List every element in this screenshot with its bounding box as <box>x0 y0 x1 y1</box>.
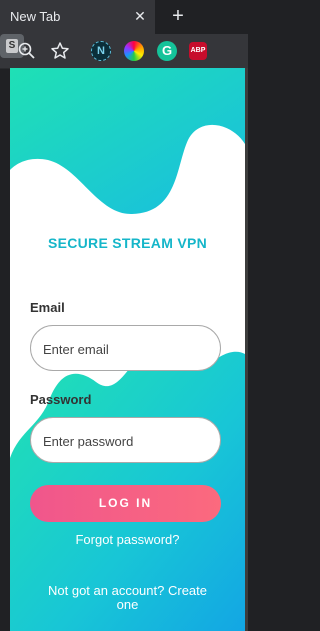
password-label: Password <box>30 392 92 407</box>
login-button[interactable]: LOG IN <box>30 485 221 522</box>
password-field[interactable] <box>41 418 215 464</box>
extension-n-icon[interactable]: N <box>91 41 111 61</box>
scrollbar[interactable] <box>245 68 248 631</box>
app-title: SECURE STREAM VPN <box>47 235 208 251</box>
password-field-wrapper <box>30 417 221 464</box>
browser-toolbar: N G ABP S <box>0 34 248 69</box>
create-account-link[interactable]: Not got an account? Create one <box>40 584 215 612</box>
tab-title: New Tab <box>10 9 61 24</box>
color-picker-extension-icon[interactable] <box>124 41 144 61</box>
email-label: Email <box>30 300 65 315</box>
new-tab-button[interactable]: + <box>168 5 188 27</box>
email-field[interactable] <box>41 326 215 372</box>
adblock-plus-extension-icon[interactable]: ABP <box>189 42 207 60</box>
extension-s-label: S <box>6 39 18 53</box>
forgot-password-link[interactable]: Forgot password? <box>10 532 245 547</box>
zoom-icon[interactable] <box>17 41 37 61</box>
grammarly-extension-icon[interactable]: G <box>157 41 177 61</box>
tab-strip: New Tab ✕ + <box>0 0 248 34</box>
close-icon[interactable]: ✕ <box>133 7 147 25</box>
email-field-wrapper <box>30 325 221 372</box>
tab-new-tab[interactable]: New Tab ✕ <box>0 0 155 34</box>
vpn-login-popup: SECURE STREAM VPN Email Password LOG IN … <box>10 68 245 631</box>
star-icon[interactable] <box>50 41 70 61</box>
